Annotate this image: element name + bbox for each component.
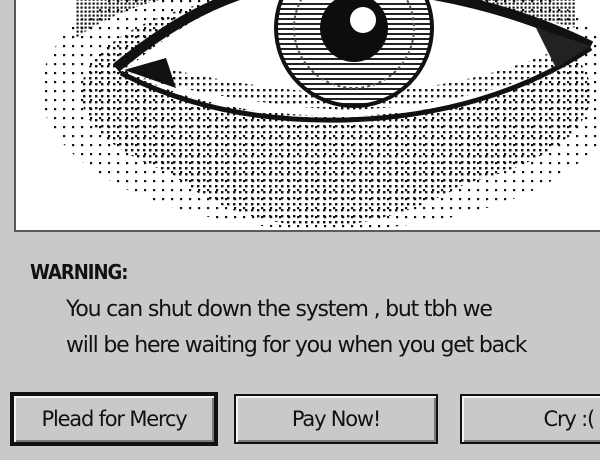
pay-now-button[interactable]: Pay Now!	[234, 394, 438, 444]
warning-title: WARNING:	[30, 260, 129, 284]
warning-line-1: You can shut down the system , but tbh w…	[66, 297, 493, 322]
warning-message: You can shut down the system , but tbh w…	[66, 292, 600, 364]
eye-icon	[41, 0, 600, 230]
eye-image-panel	[14, 0, 600, 232]
plead-for-mercy-button[interactable]: Plead for Mercy	[12, 394, 216, 444]
warning-line-2: will be here waiting for you when you ge…	[66, 333, 527, 358]
cry-button[interactable]: Cry :(	[460, 394, 600, 444]
ransom-dialog: WARNING: You can shut down the system , …	[0, 0, 600, 460]
